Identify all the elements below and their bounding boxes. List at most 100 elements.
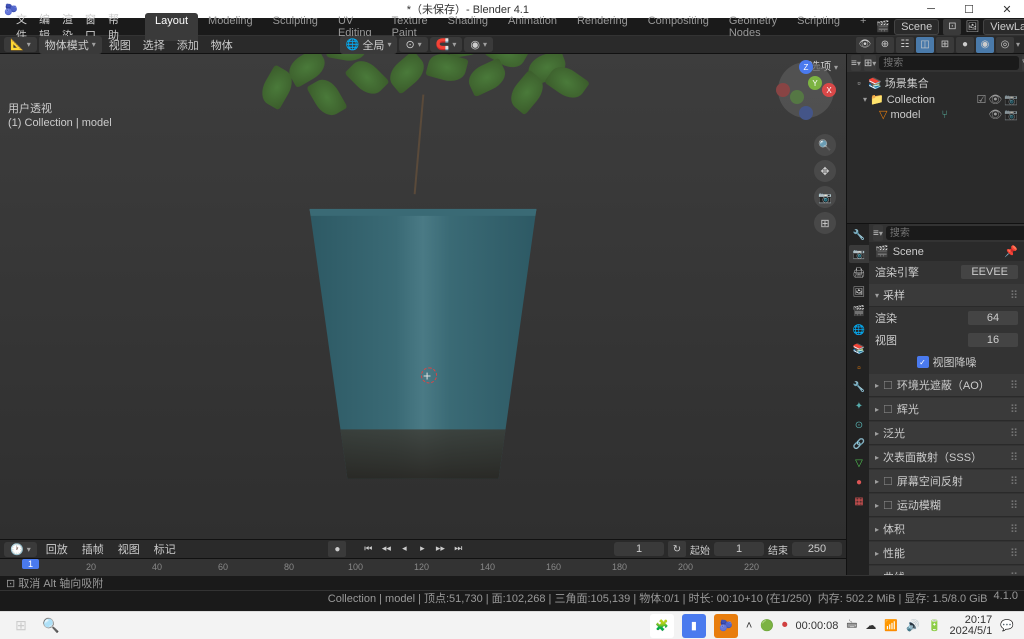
maximize-button[interactable]: ☐: [956, 3, 982, 16]
prop-tab-texture[interactable]: ▦: [849, 492, 869, 510]
section-performance[interactable]: ▸性能⠿: [869, 542, 1024, 565]
tree-scene-collection[interactable]: ▫📚场景集合: [851, 74, 1020, 92]
timeline-view[interactable]: 视图: [113, 541, 145, 557]
mode-dropdown[interactable]: 物体模式▾: [39, 36, 102, 54]
tab-rendering[interactable]: Rendering: [567, 13, 638, 41]
section-curves[interactable]: ▸曲线⠿: [869, 566, 1024, 575]
denoise-checkbox[interactable]: ✓: [917, 356, 929, 368]
visibility-icon[interactable]: 👁: [856, 37, 874, 53]
tab-animation[interactable]: Animation: [498, 13, 567, 41]
menu-add[interactable]: 添加: [172, 37, 204, 53]
prev-keyframe-icon[interactable]: ◂◂: [378, 541, 394, 555]
snap-dropdown[interactable]: 🧲▾: [430, 37, 463, 52]
menu-select[interactable]: 选择: [138, 37, 170, 53]
clock-date[interactable]: 2024/5/1: [949, 626, 992, 637]
outliner-display-dropdown[interactable]: ⊞▾: [864, 55, 876, 71]
overlays-icon[interactable]: ☷: [896, 37, 914, 53]
start-frame-input[interactable]: 1: [714, 542, 764, 556]
prop-tab-material[interactable]: ●: [849, 473, 869, 491]
tray-expand-icon[interactable]: ˄: [746, 620, 752, 632]
jump-end-icon[interactable]: ⏭: [450, 541, 466, 555]
outliner-search-input[interactable]: [879, 56, 1019, 70]
menu-view[interactable]: 视图: [104, 37, 136, 53]
camera-view-icon[interactable]: 📷: [814, 186, 836, 208]
3d-viewport[interactable]: 选项 ▾ 用户透视 (1) Collection | model Z Y X 🔍…: [0, 54, 846, 539]
tray-volume-icon[interactable]: 🔊: [906, 619, 920, 632]
tab-sculpting[interactable]: Sculpting: [263, 13, 328, 41]
clock-time[interactable]: 20:17: [949, 615, 992, 626]
prop-tab-data[interactable]: ▽: [849, 454, 869, 472]
timeline-editor-dropdown[interactable]: 🕐▾: [4, 542, 37, 557]
scene-options-icon[interactable]: ⊡: [943, 19, 961, 35]
section-sampling[interactable]: ▾采样⠿: [869, 284, 1024, 307]
prop-tab-collection[interactable]: 📚: [849, 340, 869, 358]
tray-connected-icon[interactable]: 🟢: [760, 619, 774, 632]
timeline-playback[interactable]: 回放: [41, 541, 73, 557]
prop-type-dropdown[interactable]: ≡▾: [873, 225, 883, 241]
axis-x[interactable]: X: [822, 83, 836, 97]
axis-neg-y[interactable]: [790, 90, 804, 104]
section-motionblur[interactable]: ▸☐运动模糊⠿: [869, 494, 1024, 517]
next-keyframe-icon[interactable]: ▸▸: [432, 541, 448, 555]
timeline-ruler[interactable]: 1 20 40 60 80 100 120 140 160 180 200 22…: [0, 558, 846, 576]
move-view-icon[interactable]: ✥: [814, 160, 836, 182]
section-volume[interactable]: ▸体积⠿: [869, 518, 1024, 541]
search-icon[interactable]: 🔍: [40, 615, 62, 637]
current-frame-input[interactable]: 1: [614, 542, 664, 556]
tree-model[interactable]: ▽model ⑂ 👁📷: [851, 107, 1020, 122]
task-app-2[interactable]: ▮: [682, 614, 706, 638]
prop-tab-constraints[interactable]: 🔗: [849, 435, 869, 453]
minimize-button[interactable]: ─: [918, 3, 944, 16]
tray-battery-icon[interactable]: 🔋: [928, 619, 942, 632]
tray-record-icon[interactable]: ⏺: [782, 619, 788, 632]
viewport-samples-input[interactable]: 16: [968, 333, 1018, 347]
gizmo-icon[interactable]: ⊕: [876, 37, 894, 53]
prop-tab-viewlayer[interactable]: 🖼: [849, 283, 869, 301]
prop-tab-output[interactable]: 🖨: [849, 264, 869, 282]
tree-collection[interactable]: ▾📁Collection ☑👁📷: [851, 92, 1020, 107]
task-app-1[interactable]: 🧩: [650, 614, 674, 638]
render-samples-input[interactable]: 64: [968, 311, 1018, 325]
task-blender[interactable]: 🫐: [714, 614, 738, 638]
xray-toggle[interactable]: ◫: [916, 37, 934, 53]
shading-options-dropdown[interactable]: ▾: [1016, 40, 1020, 49]
prop-tab-tool[interactable]: 🔧: [849, 226, 869, 244]
viewlayer-selector[interactable]: ViewLayer: [983, 19, 1024, 35]
pin-icon[interactable]: 📌: [1004, 245, 1018, 258]
editor-type-dropdown[interactable]: 📐▾: [4, 37, 37, 52]
timeline-keying[interactable]: 插帧: [77, 541, 109, 557]
proportional-dropdown[interactable]: ◉▾: [464, 37, 493, 52]
orientation-dropdown[interactable]: 🌐 全局▾: [340, 36, 398, 54]
menu-object[interactable]: 物体: [206, 37, 238, 53]
notification-icon[interactable]: 💬: [1000, 619, 1014, 632]
outliner-type-dropdown[interactable]: ≡▾: [851, 55, 861, 71]
prop-tab-physics[interactable]: ⊙: [849, 416, 869, 434]
section-ao[interactable]: ▸☐环境光遮蔽（AO）⠿: [869, 374, 1024, 397]
shading-solid-icon[interactable]: ●: [956, 37, 974, 53]
play-reverse-icon[interactable]: ◂: [396, 541, 412, 555]
shading-rendered-icon[interactable]: ◎: [996, 37, 1014, 53]
properties-search-input[interactable]: [886, 226, 1024, 240]
timeline-marker[interactable]: 标记: [149, 541, 181, 557]
tray-keyboard-icon[interactable]: 🖮: [846, 616, 857, 635]
prop-tab-object[interactable]: ▫: [849, 359, 869, 377]
axis-neg-z[interactable]: [799, 106, 813, 120]
jump-start-icon[interactable]: ⏮: [360, 541, 376, 555]
autokey-toggle[interactable]: ●: [328, 541, 346, 557]
section-ssr[interactable]: ▸☐屏幕空间反射⠿: [869, 470, 1024, 493]
start-button[interactable]: ⊞: [10, 615, 32, 637]
navigation-gizmo[interactable]: Z Y X: [778, 62, 838, 122]
shading-wireframe-icon[interactable]: ⊞: [936, 37, 954, 53]
scene-selector[interactable]: Scene: [894, 19, 939, 35]
tray-onedrive-icon[interactable]: ☁: [865, 619, 876, 632]
perspective-toggle-icon[interactable]: ⊞: [814, 212, 836, 234]
render-engine-dropdown[interactable]: EEVEE: [961, 265, 1018, 279]
tray-wifi-icon[interactable]: 📶: [884, 619, 898, 632]
section-sss[interactable]: ▸次表面散射（SSS）⠿: [869, 446, 1024, 469]
end-frame-input[interactable]: 250: [792, 542, 842, 556]
section-flare[interactable]: ▸泛光⠿: [869, 422, 1024, 445]
tab-compositing[interactable]: Compositing: [638, 13, 719, 41]
close-button[interactable]: ✕: [994, 3, 1020, 16]
tab-geonodes[interactable]: Geometry Nodes: [719, 13, 787, 41]
shading-material-icon[interactable]: ◉: [976, 37, 994, 53]
